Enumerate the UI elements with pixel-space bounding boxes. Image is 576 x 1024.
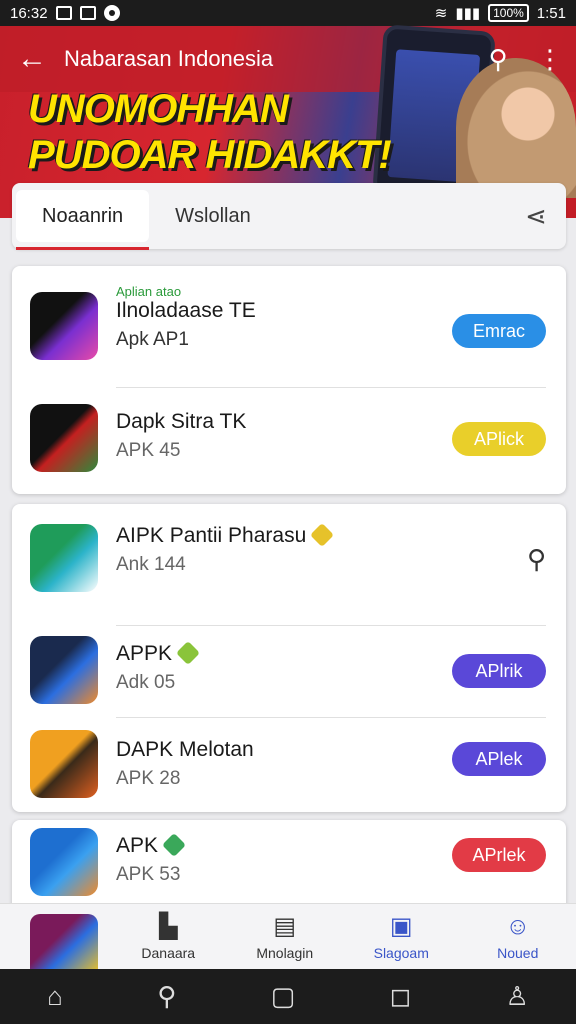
app-icon (30, 404, 98, 472)
app-subtitle: Adk 05 (116, 672, 176, 693)
search-icon[interactable]: ⚲ (472, 44, 524, 75)
list-item[interactable]: Aplian atao Ilnoladaase TE Apk AP1 Emrac (12, 266, 566, 388)
app-action-button[interactable]: APlick (452, 422, 546, 456)
signal-icon: ▮▮▮ (455, 5, 481, 22)
recents-icon[interactable]: ▢ (271, 981, 296, 1012)
verified-badge-icon (176, 640, 201, 666)
list-item[interactable]: APPK Adk 05 APlrik (12, 626, 566, 718)
app-icon (30, 828, 98, 896)
list-item[interactable]: APK APK 53 APrlek (12, 820, 566, 910)
nav-danaara[interactable]: ▙ Danaara (110, 904, 227, 969)
list-item[interactable]: Dapk Sitra TK APK 45 APlick (12, 388, 566, 494)
app-action-button[interactable]: Emrac (452, 314, 546, 348)
verified-badge-icon (162, 832, 187, 858)
tab-noaanrin[interactable]: Noaanrin (16, 190, 150, 250)
app-list-card-2: AIPK Pantii Pharasu Ank 144 ⚲ APPK Adk 0… (12, 504, 566, 812)
app-icon (30, 524, 98, 592)
app-name: Ilnoladaase TE (116, 299, 256, 322)
nav-mnolagin[interactable]: ▤ Mnolagin (227, 904, 344, 969)
app-name: APPK (116, 640, 201, 666)
list-item[interactable]: AIPK Pantii Pharasu Ank 144 ⚲ (12, 504, 566, 626)
clipboard-icon: ▣ (389, 912, 413, 940)
profile-icon[interactable]: ♙ (505, 981, 528, 1012)
notification-icon-3 (103, 5, 120, 21)
notification-icon (55, 6, 72, 20)
back-arrow-icon[interactable]: ← (0, 42, 64, 76)
app-bar: ← Nabarasan Indonesia ⚲ ⋮ (0, 26, 576, 92)
status-time: 16:32 (10, 4, 48, 22)
tab-bar: Noaanrin Wslollan ⋖ (12, 183, 566, 250)
person-icon: ☺ (505, 912, 530, 940)
app-subtitle: APK 53 (116, 864, 181, 885)
bottom-app-thumbnail[interactable] (0, 904, 110, 972)
list-item[interactable]: DAPK Melotan APK 28 APlek (12, 718, 566, 812)
search-icon[interactable]: ⚲ (527, 544, 546, 575)
status-bar: 16:32 ≋ ▮▮▮ 100% 1:51 (0, 0, 576, 26)
banner-headline: UNOMOHHAN PUDOAR HIDAKKT! (28, 87, 392, 177)
app-action-button[interactable]: APlek (452, 742, 546, 776)
library-icon: ▙ (159, 912, 178, 940)
app-list-card-1: Aplian atao Ilnoladaase TE Apk AP1 Emrac… (12, 266, 566, 494)
app-icon (30, 292, 98, 360)
app-name: Dapk Sitra TK (116, 410, 247, 433)
share-icon[interactable]: ⋖ (506, 201, 566, 232)
search-icon[interactable]: ⚲ (157, 981, 176, 1012)
document-icon: ▤ (273, 912, 297, 940)
page-title: Nabarasan Indonesia (64, 46, 274, 71)
bottom-navigation: ▙ Danaara ▤ Mnolagin ▣ Slagoam ☺ Noued (0, 903, 576, 972)
status-right-time: 1:51 (536, 4, 566, 22)
verified-badge-icon (310, 522, 335, 548)
app-icon (30, 914, 98, 972)
home-icon[interactable]: ⌂ (47, 981, 63, 1012)
app-subtitle: Apk AP1 (116, 329, 189, 350)
app-action-button[interactable]: APlrik (452, 654, 546, 688)
app-icon (30, 730, 98, 798)
app-subtitle: APK 45 (116, 440, 181, 461)
app-name: DAPK Melotan (116, 738, 254, 761)
nav-noued[interactable]: ☺ Noued (460, 904, 576, 969)
battery-icon: 100% (488, 4, 529, 22)
app-name: APK (116, 832, 187, 858)
more-vert-icon[interactable]: ⋮ (524, 44, 576, 75)
notification-icon-2 (79, 6, 96, 20)
app-action-button[interactable]: APrlek (452, 838, 546, 872)
messages-icon[interactable]: ◻ (390, 981, 412, 1012)
nav-slagoam[interactable]: ▣ Slagoam (343, 904, 460, 969)
system-navigation-bar: ⌂ ⚲ ▢ ◻ ♙ (0, 969, 576, 1024)
app-name: AIPK Pantii Pharasu (116, 522, 335, 548)
wifi-icon: ≋ (434, 5, 448, 22)
app-subtitle: APK 28 (116, 768, 181, 789)
app-tag: Aplian atao (116, 284, 182, 299)
app-icon (30, 636, 98, 704)
tab-wslollan[interactable]: Wslollan (149, 190, 277, 242)
app-subtitle: Ank 144 (116, 554, 186, 575)
